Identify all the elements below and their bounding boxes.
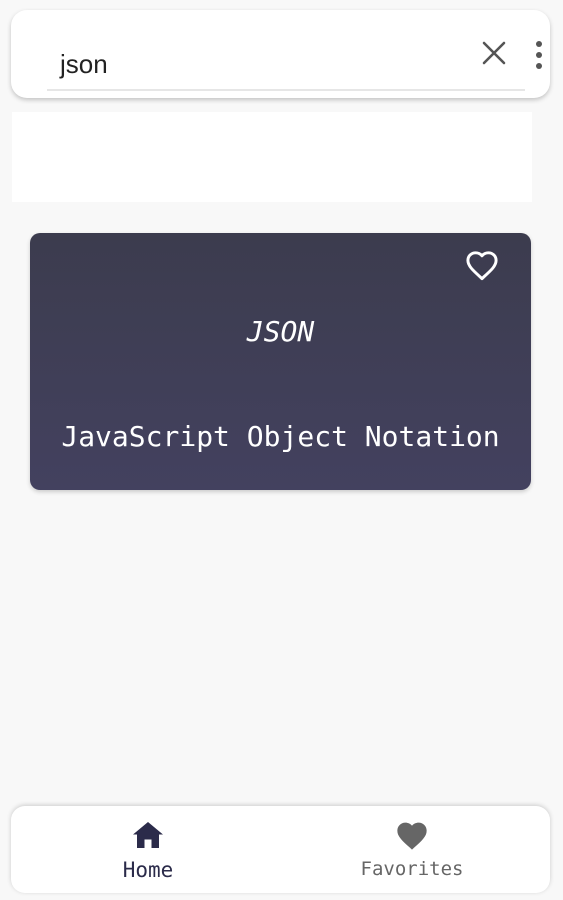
search-underline xyxy=(47,89,525,91)
result-card[interactable]: JSON JavaScript Object Notation xyxy=(30,233,531,490)
close-icon xyxy=(482,41,506,65)
more-vertical-icon xyxy=(536,41,542,69)
overflow-menu-button[interactable] xyxy=(531,38,547,72)
nav-home-label: Home xyxy=(122,858,174,882)
favorite-button[interactable] xyxy=(463,247,501,283)
search-bar[interactable]: json xyxy=(11,10,550,98)
card-abbreviation: JSON xyxy=(246,315,315,348)
search-input[interactable]: json xyxy=(60,48,108,80)
heart-filled-icon xyxy=(397,822,427,850)
card-full-name: JavaScript Object Notation xyxy=(61,420,500,453)
bottom-navigation: Home Favorites xyxy=(11,806,550,893)
nav-favorites-label: Favorites xyxy=(360,858,464,880)
clear-search-button[interactable] xyxy=(477,36,511,70)
heart-outline-icon xyxy=(466,250,498,280)
home-icon xyxy=(133,822,163,848)
blank-panel xyxy=(12,112,532,202)
nav-home[interactable]: Home xyxy=(68,806,228,893)
nav-favorites[interactable]: Favorites xyxy=(332,806,492,893)
